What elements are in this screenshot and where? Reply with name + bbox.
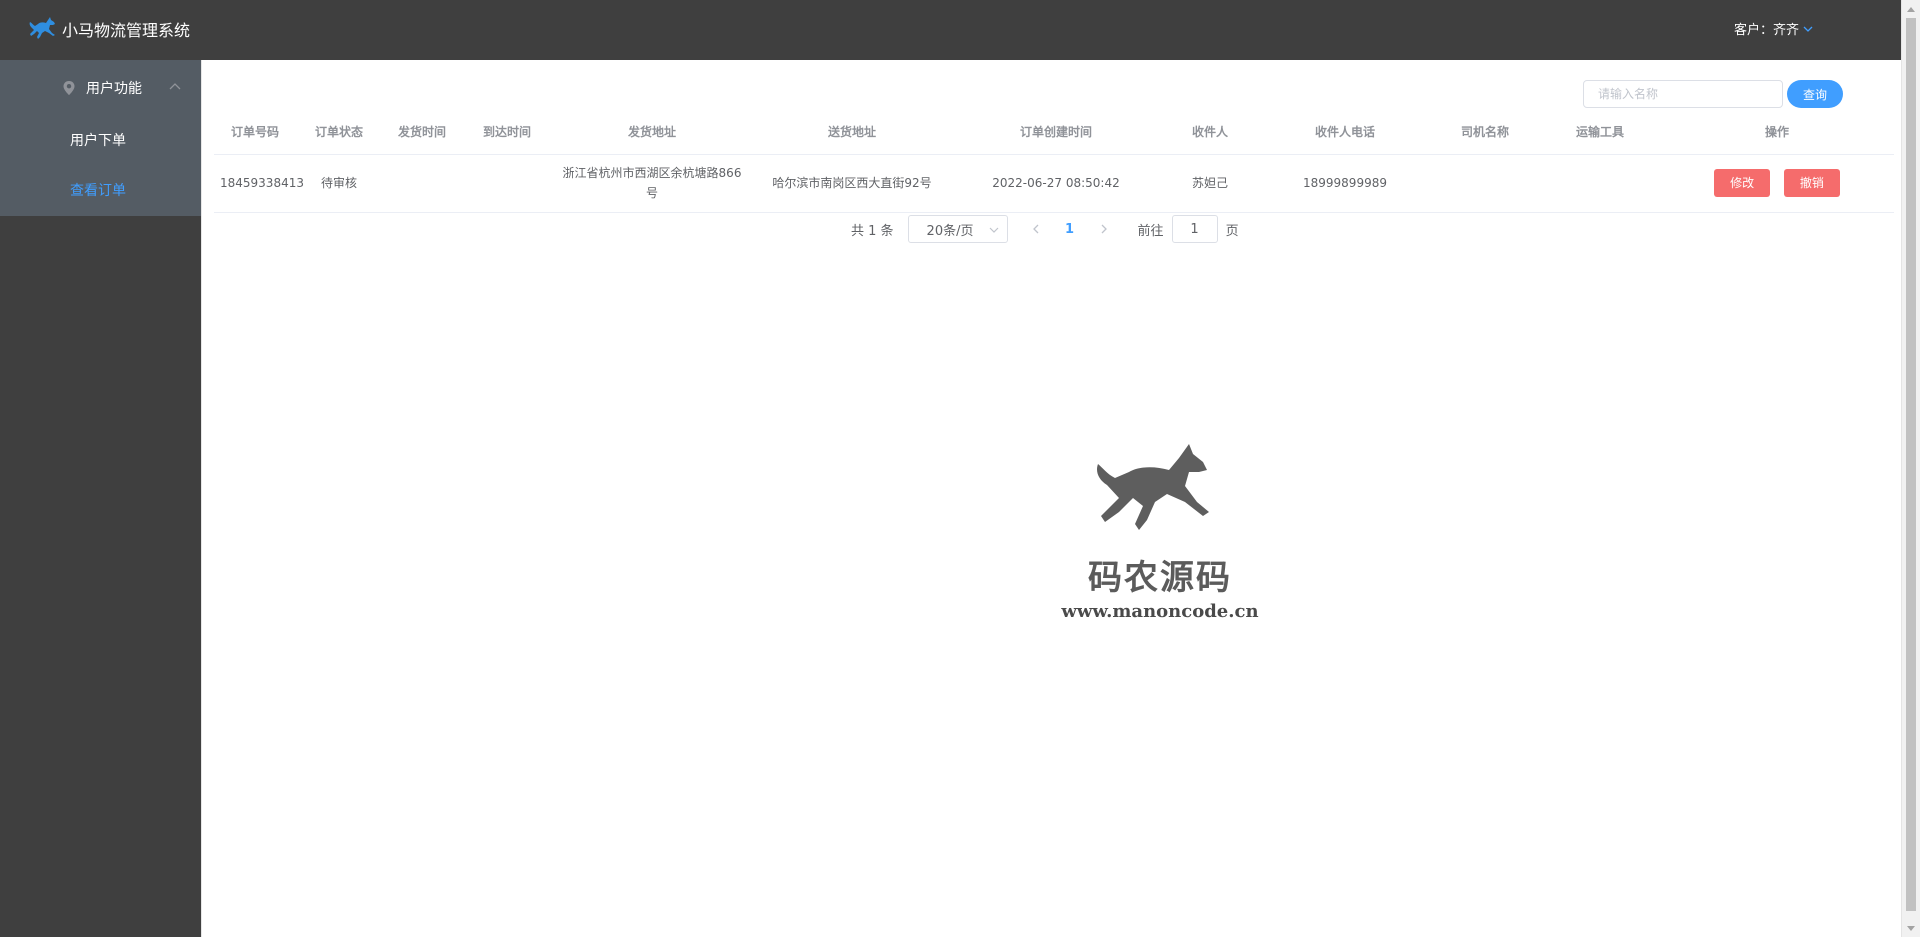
column-header: 收件人 <box>1160 110 1260 155</box>
page-size-select[interactable]: 20条/页 <box>907 215 1008 243</box>
receiver-cell: 苏妲己 <box>1160 154 1260 213</box>
column-header: 订单号码 <box>214 110 296 155</box>
watermark: 码农源码 www.manoncode.cn <box>1060 440 1260 622</box>
cancel-order-button[interactable]: 撤销 <box>1783 169 1840 197</box>
column-header: 到达时间 <box>462 110 552 155</box>
horse-icon <box>29 17 55 39</box>
receiver-phone-cell: 18999899989 <box>1260 154 1430 213</box>
scroll-up-button[interactable] <box>1902 0 1920 17</box>
column-header: 订单状态 <box>296 110 382 155</box>
scrollbar-thumb[interactable] <box>1906 18 1916 911</box>
horse-logo-icon <box>1097 444 1209 530</box>
chevron-down-icon <box>989 227 998 233</box>
column-header: 送货地址 <box>752 110 952 155</box>
pagination: 共 1 条 20条/页 1 前往 页 <box>851 215 1239 243</box>
arrive-time-cell <box>462 154 552 213</box>
goto-suffix: 页 <box>1225 223 1239 239</box>
chevron-down-icon <box>1803 26 1813 32</box>
top-header: 小马物流管理系统 客户：齐齐 <box>0 0 1901 60</box>
submenu-items: 用户下单 查看订单 <box>0 116 201 216</box>
submenu-user-functions[interactable]: 用户功能 <box>0 60 201 116</box>
triangle-down-icon <box>1907 925 1915 931</box>
brand: 小马物流管理系统 <box>28 13 190 45</box>
edit-button[interactable]: 修改 <box>1714 169 1771 197</box>
watermark-url: www.manoncode.cn <box>1061 601 1259 622</box>
column-header: 收件人电话 <box>1260 110 1430 155</box>
user-dropdown[interactable]: 客户：齐齐 <box>1734 19 1813 38</box>
menu-item-place-order[interactable]: 用户下单 <box>0 116 201 166</box>
ship-time-cell <box>382 154 462 213</box>
page-size-value: 20条/页 <box>926 223 974 239</box>
order-number-cell: 18459338413 <box>214 154 304 213</box>
actions-cell: 修改 撤销 <box>1660 154 1894 213</box>
sidebar: 用户功能 用户下单 查看订单 <box>0 60 201 937</box>
column-header: 操作 <box>1660 110 1894 155</box>
table-header-row: 订单号码 订单状态 发货时间 到达时间 发货地址 送货地址 订单创建时间 收件人… <box>214 110 1894 155</box>
table-row: 18459338413 待审核 浙江省杭州市西湖区余杭塘路866号 哈尔滨市南岗… <box>214 154 1894 213</box>
goto-label: 前往 <box>1137 223 1164 239</box>
column-header: 订单创建时间 <box>952 110 1160 155</box>
vehicle-cell <box>1540 154 1660 213</box>
prev-page-button[interactable] <box>1022 215 1050 243</box>
triangle-up-icon <box>1907 6 1915 12</box>
search-button[interactable]: 查询 <box>1787 80 1843 108</box>
driver-cell <box>1430 154 1540 213</box>
vertical-scrollbar[interactable] <box>1901 0 1920 937</box>
column-header: 司机名称 <box>1430 110 1540 155</box>
to-address-cell: 哈尔滨市南岗区西大直街92号 <box>752 154 952 213</box>
orders-table: 订单号码 订单状态 发货时间 到达时间 发货地址 送货地址 订单创建时间 收件人… <box>214 110 1894 213</box>
created-at-cell: 2022-06-27 08:50:42 <box>952 154 1160 213</box>
column-header: 发货时间 <box>382 110 462 155</box>
watermark-text-cn: 码农源码 <box>1088 558 1232 598</box>
next-page-button[interactable] <box>1090 215 1118 243</box>
column-header: 运输工具 <box>1540 110 1660 155</box>
search-input[interactable] <box>1583 80 1783 108</box>
menu-item-view-orders[interactable]: 查看订单 <box>0 166 201 216</box>
scroll-down-button[interactable] <box>1902 920 1920 937</box>
page-number-current[interactable]: 1 <box>1050 222 1090 237</box>
app-title: 小马物流管理系统 <box>62 21 191 40</box>
column-header: 发货地址 <box>552 110 752 155</box>
submenu-label: 用户功能 <box>86 81 142 97</box>
location-pin-icon <box>63 81 75 95</box>
chevron-left-icon <box>1032 224 1039 234</box>
order-status-cell: 待审核 <box>296 154 382 213</box>
goto-page-input[interactable] <box>1171 215 1218 243</box>
menu-item-label: 用户下单 <box>70 133 126 149</box>
chevron-up-icon <box>169 83 181 90</box>
pagination-total: 共 1 条 <box>851 223 894 239</box>
main-content: 查询 订单号码 订单状态 发货时间 到达时间 发货地址 送货地址 订单创建时间 … <box>202 60 1901 937</box>
menu-item-label: 查看订单 <box>70 183 126 199</box>
from-address-cell: 浙江省杭州市西湖区余杭塘路866号 <box>552 154 752 213</box>
chevron-right-icon <box>1101 224 1107 234</box>
user-label: 客户：齐齐 <box>1734 23 1800 38</box>
